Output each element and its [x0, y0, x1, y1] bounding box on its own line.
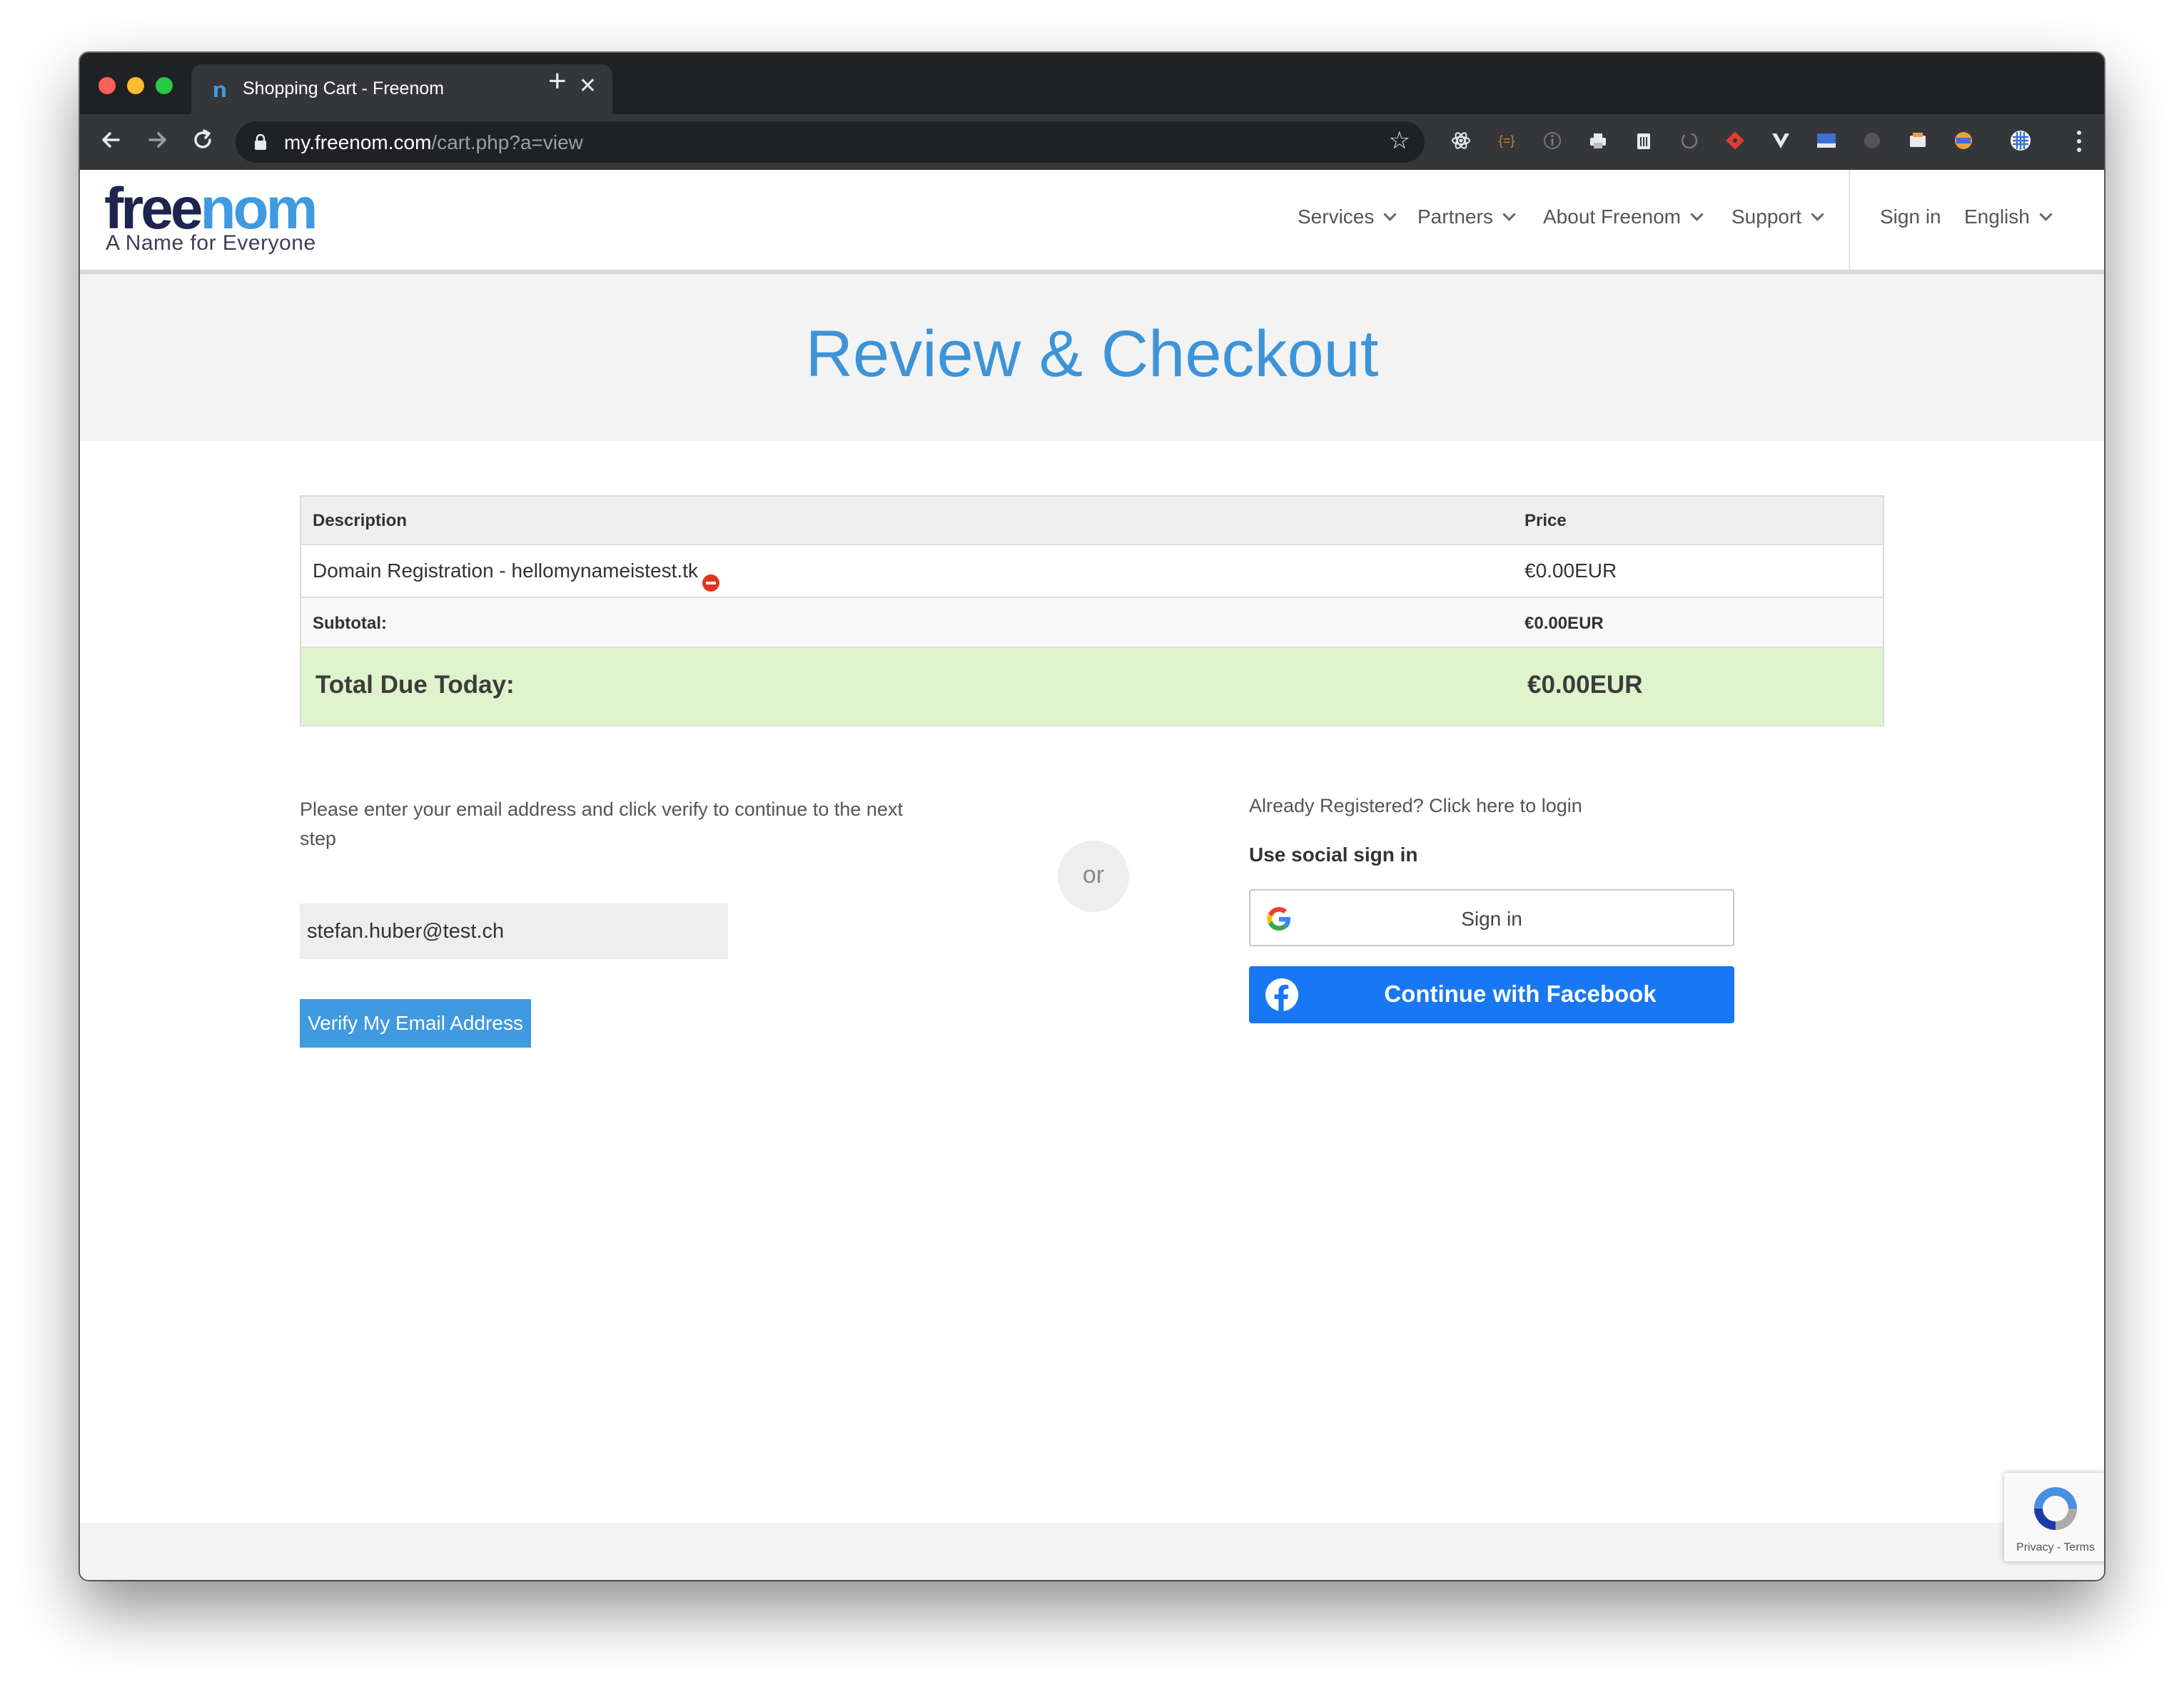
nav-services-label: Services — [1298, 206, 1375, 228]
facebook-continue-label: Continue with Facebook — [1384, 981, 1657, 1007]
google-sign-in-label: Sign in — [1461, 908, 1522, 930]
facebook-continue-button[interactable]: Continue with Facebook — [1249, 966, 1734, 1023]
google-sign-in-button[interactable]: Sign in — [1249, 889, 1734, 946]
browser-window: Shopping Cart - Freenom ✕ + my.freenom.c… — [80, 53, 2104, 1580]
info-extension-icon[interactable] — [1542, 130, 1563, 151]
url-path: /cart.php?a=view — [431, 131, 583, 153]
recaptcha-terms[interactable]: Privacy - Terms — [2004, 1541, 2104, 1554]
nav-about-label: About Freenom — [1543, 206, 1681, 228]
nav-sign-in[interactable]: Sign in — [1880, 206, 1941, 228]
recaptcha-badge[interactable]: Privacy - Terms — [2004, 1473, 2104, 1561]
or-divider: or — [1058, 841, 1129, 912]
nav-language-label: English — [1964, 206, 2030, 228]
email-field[interactable] — [300, 903, 728, 959]
minimize-window-button[interactable] — [127, 77, 144, 94]
git-icon[interactable] — [1724, 130, 1746, 151]
url-host: my.freenom.com — [284, 131, 432, 153]
print-icon[interactable] — [1587, 130, 1609, 151]
column-header-price: Price — [1525, 511, 1567, 530]
page-footer — [80, 1523, 2104, 1580]
chevron-down-icon — [1690, 208, 1704, 221]
nav-services[interactable]: Services — [1298, 206, 1397, 228]
subtotal-row: Subtotal: €0.00EUR — [301, 598, 1883, 648]
freenom-favicon-icon — [210, 78, 231, 100]
nav-support-label: Support — [1731, 206, 1802, 228]
browser-toolbar: my.freenom.com/cart.php?a=view ☆ {=} — [80, 114, 2104, 170]
lock-icon — [255, 133, 266, 150]
browser-menu-icon[interactable] — [2076, 126, 2083, 157]
chevron-down-icon — [1383, 208, 1397, 221]
close-window-button[interactable] — [98, 77, 116, 94]
total-row: Total Due Today: €0.00EUR — [301, 648, 1883, 725]
nav-partners[interactable]: Partners — [1417, 206, 1516, 228]
total-label: Total Due Today: — [315, 671, 515, 699]
vue-devtools-icon[interactable] — [1770, 130, 1791, 151]
nav-support[interactable]: Support — [1731, 206, 1824, 228]
login-link[interactable]: Already Registered? Click here to login — [1249, 795, 1582, 817]
item-description: Domain Registration - hellomynameistest.… — [313, 559, 698, 582]
tab-close-icon[interactable]: ✕ — [579, 76, 597, 97]
react-devtools-icon[interactable] — [1450, 130, 1472, 151]
email-instructions: Please enter your email address and clic… — [300, 799, 903, 849]
chevron-down-icon — [2039, 208, 2053, 221]
cart-table: Description Price Domain Registration - … — [300, 495, 1884, 726]
table-row: Domain Registration - hellomynameistest.… — [301, 545, 1883, 598]
maximize-window-button[interactable] — [156, 77, 173, 94]
item-price: €0.00EUR — [1525, 559, 1617, 582]
address-bar[interactable]: my.freenom.com/cart.php?a=view ☆ — [236, 121, 1425, 163]
ext-badge-icon[interactable] — [1953, 130, 1974, 151]
nav-about[interactable]: About Freenom — [1543, 206, 1704, 228]
freenom-logo[interactable]: freenom — [104, 180, 318, 238]
recaptcha-logo-icon — [2034, 1487, 2077, 1530]
nav-partners-label: Partners — [1417, 206, 1493, 228]
back-arrow-icon[interactable] — [96, 124, 127, 156]
subtotal-label: Subtotal: — [313, 614, 387, 633]
screenshot-icon[interactable] — [1907, 130, 1928, 151]
url-text: my.freenom.com/cart.php?a=view — [284, 131, 583, 154]
reload-icon[interactable] — [187, 124, 218, 156]
site-header: freenom A Name for Everyone Services Par… — [80, 170, 2104, 274]
total-value: €0.00EUR — [1527, 671, 1643, 699]
forward-arrow-icon[interactable] — [141, 124, 173, 156]
github-icon[interactable] — [1861, 130, 1883, 151]
tab-title: Shopping Cart - Freenom — [243, 78, 445, 98]
sync-icon[interactable] — [1679, 130, 1700, 151]
page-hero: Review & Checkout — [80, 274, 2104, 441]
nav-divider — [1849, 170, 1850, 270]
social-sign-in-label: Use social sign in — [1249, 844, 1418, 866]
og-preview-icon[interactable] — [1816, 130, 1837, 151]
table-header-row: Description Price — [301, 497, 1883, 545]
new-tab-icon[interactable]: + — [548, 66, 567, 97]
json-viewer-icon[interactable]: {=} — [1496, 130, 1517, 151]
bookmark-star-icon[interactable]: ☆ — [1389, 128, 1410, 153]
subtotal-value: €0.00EUR — [1525, 614, 1604, 633]
profile-avatar-icon[interactable] — [2010, 130, 2031, 151]
remove-item-icon[interactable] — [702, 574, 719, 592]
chevron-down-icon — [1502, 208, 1516, 221]
item-description-cell: Domain Registration - hellomynameistest.… — [313, 559, 719, 592]
column-header-description: Description — [313, 511, 408, 530]
page-title: Review & Checkout — [805, 318, 1379, 390]
verify-email-button[interactable]: Verify My Email Address — [300, 999, 531, 1048]
clipboard-icon[interactable] — [1633, 130, 1654, 151]
chevron-down-icon — [1811, 208, 1824, 221]
tab-bar: Shopping Cart - Freenom ✕ + — [80, 53, 2104, 114]
logo-tagline: A Name for Everyone — [106, 231, 316, 255]
nav-language[interactable]: English — [1964, 206, 2053, 228]
